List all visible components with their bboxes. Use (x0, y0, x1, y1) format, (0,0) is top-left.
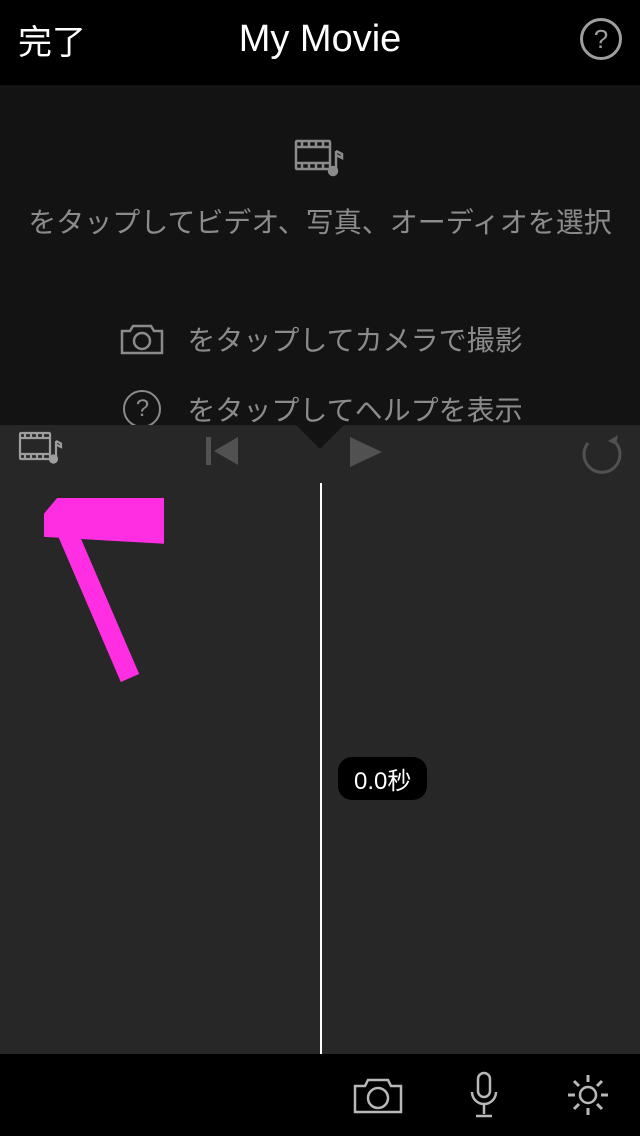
help-icon: ? (117, 390, 167, 428)
camera-icon (117, 321, 167, 357)
hint-camera-row: をタップしてカメラで撮影 (117, 319, 522, 359)
microphone-button[interactable] (468, 1070, 500, 1120)
help-button[interactable]: ? (580, 18, 622, 60)
hint-camera-text: をタップしてカメラで撮影 (187, 319, 522, 359)
camera-button[interactable] (352, 1074, 404, 1116)
project-title: My Movie (239, 18, 402, 61)
undo-button[interactable] (578, 435, 622, 475)
media-music-icon (294, 137, 346, 179)
time-indicator: 0.0秒 (338, 757, 427, 800)
settings-button[interactable] (564, 1071, 612, 1119)
annotation-arrow-icon (44, 498, 164, 698)
done-button[interactable]: 完了 (18, 15, 86, 64)
play-button[interactable] (348, 435, 386, 469)
bottom-toolbar (0, 1054, 640, 1136)
add-media-button[interactable] (18, 429, 64, 469)
hint-help-text: をタップしてヘルプを表示 (187, 389, 522, 429)
playhead-line (320, 483, 322, 1054)
hints-panel: をタップしてビデオ、写真、オーディオを選択 をタップしてカメラで撮影 ? をタッ… (0, 85, 640, 425)
skip-previous-button[interactable] (206, 435, 240, 467)
header: 完了 My Movie ? (0, 0, 640, 78)
hint-help-row: ? をタップしてヘルプを表示 (117, 389, 522, 429)
hint-media: をタップしてビデオ、写真、オーディオを選択 (20, 201, 620, 241)
playhead-notch-icon (296, 425, 344, 449)
